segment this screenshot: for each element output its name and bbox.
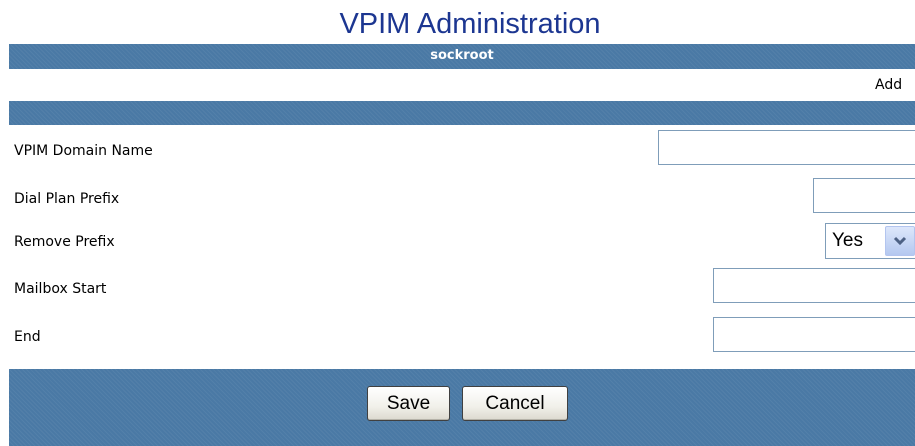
chevron-down-icon[interactable] xyxy=(885,226,915,256)
vpim-domain-name-label: VPIM Domain Name xyxy=(14,143,153,159)
mailbox-start-input[interactable] xyxy=(713,268,915,303)
vpim-domain-name-input[interactable] xyxy=(658,130,915,165)
form-actions-bar: Save Cancel xyxy=(9,369,915,446)
vpim-admin-page: VPIM Administration sockroot Add VPIM Do… xyxy=(0,0,915,446)
mailbox-end-input[interactable] xyxy=(713,317,915,352)
mailbox-end-label: End xyxy=(14,329,41,345)
dial-plan-prefix-label: Dial Plan Prefix xyxy=(14,191,120,207)
dial-plan-prefix-input[interactable] xyxy=(813,178,915,213)
user-header-bar: sockroot xyxy=(9,44,915,69)
remove-prefix-label: Remove Prefix xyxy=(14,234,115,250)
vpim-form: VPIM Domain Name Dial Plan Prefix Remove… xyxy=(9,127,915,367)
username-label: sockroot xyxy=(430,48,494,63)
save-button[interactable]: Save xyxy=(367,386,450,421)
page-title: VPIM Administration xyxy=(339,8,601,40)
remove-prefix-selected-value: Yes xyxy=(832,230,863,251)
mode-label: Add xyxy=(875,77,903,93)
mailbox-start-label: Mailbox Start xyxy=(14,281,107,297)
section-divider-bar xyxy=(9,101,915,125)
remove-prefix-select[interactable]: Yes xyxy=(825,223,915,259)
cancel-button[interactable]: Cancel xyxy=(462,386,568,421)
mode-bar: Add xyxy=(9,71,915,99)
